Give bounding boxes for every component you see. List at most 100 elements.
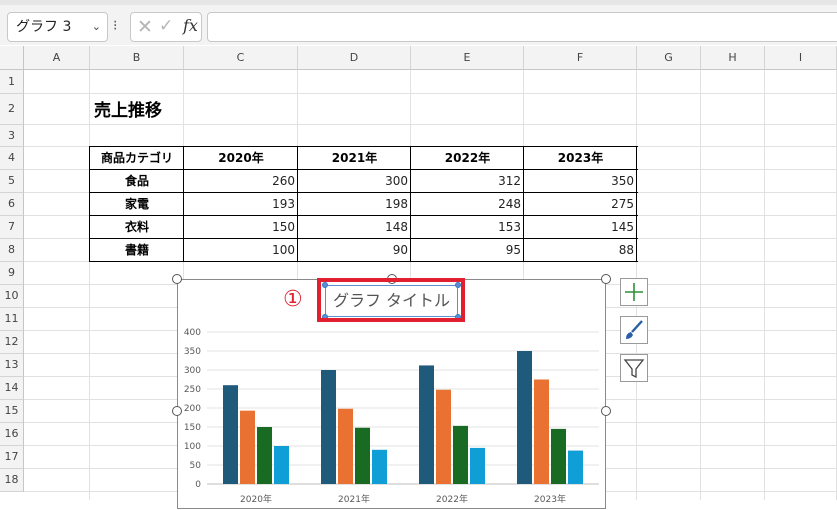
column-header-i[interactable]: I bbox=[765, 46, 837, 70]
column-header-g[interactable]: G bbox=[637, 46, 701, 70]
table-header-cell[interactable]: 2022年 bbox=[411, 147, 524, 170]
table-cell[interactable]: 350 bbox=[524, 170, 637, 193]
row-header-9[interactable]: 9 bbox=[0, 262, 24, 285]
table-cell[interactable]: 衣料 bbox=[90, 216, 184, 239]
table-header-cell[interactable]: 2023年 bbox=[524, 147, 637, 170]
chart-filters-button[interactable] bbox=[620, 354, 648, 382]
filter-icon bbox=[623, 359, 645, 379]
resize-handle-top-left[interactable] bbox=[172, 274, 182, 284]
table-cell[interactable]: 家電 bbox=[90, 193, 184, 216]
table-cell[interactable]: 275 bbox=[524, 193, 637, 216]
table-cell[interactable]: 153 bbox=[411, 216, 524, 239]
insert-function-icon[interactable]: fx bbox=[183, 16, 198, 35]
gridline-row bbox=[24, 93, 837, 94]
table-header-cell[interactable]: 商品カテゴリ bbox=[90, 147, 184, 170]
table-cell[interactable]: 193 bbox=[184, 193, 298, 216]
y-tick-label: 150 bbox=[184, 423, 201, 433]
bar-2021年-series-2[interactable] bbox=[338, 408, 353, 484]
bar-2020年-series-3[interactable] bbox=[257, 427, 272, 484]
row-header-18[interactable]: 18 bbox=[0, 469, 24, 492]
row-header-4[interactable]: 4 bbox=[0, 147, 24, 170]
table-cell[interactable]: 88 bbox=[524, 239, 637, 262]
row-header-2[interactable]: 2 bbox=[0, 94, 24, 125]
row-header-16[interactable]: 16 bbox=[0, 423, 24, 446]
table-cell[interactable]: 100 bbox=[184, 239, 298, 262]
formula-bar: グラフ 3 ⌄ ⁝ ✕ ✓ fx bbox=[0, 0, 837, 45]
bar-2022年-series-4[interactable] bbox=[470, 447, 485, 484]
bar-2023年-series-2[interactable] bbox=[534, 379, 549, 485]
table-border bbox=[90, 261, 638, 262]
chart-elements-button[interactable] bbox=[620, 278, 648, 306]
bar-2021年-series-4[interactable] bbox=[372, 449, 387, 484]
formula-input[interactable] bbox=[207, 12, 837, 42]
table-border bbox=[90, 238, 638, 239]
column-header-f[interactable]: F bbox=[524, 46, 637, 70]
column-header-a[interactable]: A bbox=[24, 46, 90, 70]
x-tick-label: 2020年 bbox=[240, 493, 272, 505]
row-header-13[interactable]: 13 bbox=[0, 354, 24, 377]
bar-2023年-series-4[interactable] bbox=[568, 450, 583, 484]
table-border bbox=[636, 146, 637, 262]
bar-2023年-series-3[interactable] bbox=[551, 428, 566, 484]
gridline-col bbox=[89, 70, 90, 500]
name-box[interactable]: グラフ 3 ⌄ bbox=[7, 12, 108, 42]
table-cell[interactable]: 95 bbox=[411, 239, 524, 262]
cancel-icon[interactable]: ✕ bbox=[137, 16, 153, 38]
table-header-cell[interactable]: 2021年 bbox=[298, 147, 411, 170]
column-header-e[interactable]: E bbox=[411, 46, 524, 70]
row-header-6[interactable]: 6 bbox=[0, 193, 24, 216]
brush-icon bbox=[626, 320, 643, 339]
table-header-cell[interactable]: 2020年 bbox=[184, 147, 298, 170]
more-options-icon[interactable]: ⁝ bbox=[113, 14, 117, 38]
row-header-5[interactable]: 5 bbox=[0, 170, 24, 193]
table-border bbox=[89, 146, 90, 262]
column-header-b[interactable]: B bbox=[90, 46, 184, 70]
row-header-14[interactable]: 14 bbox=[0, 377, 24, 400]
column-header-d[interactable]: D bbox=[298, 46, 411, 70]
table-cell[interactable]: 90 bbox=[298, 239, 411, 262]
table-cell[interactable]: 書籍 bbox=[90, 239, 184, 262]
bar-2022年-series-2[interactable] bbox=[436, 389, 451, 484]
table-cell[interactable]: 150 bbox=[184, 216, 298, 239]
row-header-11[interactable]: 11 bbox=[0, 308, 24, 331]
table-cell[interactable]: 145 bbox=[524, 216, 637, 239]
bar-2021年-series-3[interactable] bbox=[355, 427, 370, 484]
gridline-col bbox=[764, 70, 765, 500]
bar-2022年-series-3[interactable] bbox=[453, 425, 468, 484]
table-cell[interactable]: 260 bbox=[184, 170, 298, 193]
y-tick-label: 50 bbox=[190, 461, 202, 471]
table-cell[interactable]: 食品 bbox=[90, 170, 184, 193]
bar-2022年-series-1[interactable] bbox=[419, 365, 434, 484]
table-cell[interactable]: 300 bbox=[298, 170, 411, 193]
row-header-1[interactable]: 1 bbox=[0, 70, 24, 94]
row-header-7[interactable]: 7 bbox=[0, 216, 24, 239]
column-header-c[interactable]: C bbox=[184, 46, 298, 70]
bar-2020年-series-1[interactable] bbox=[223, 385, 238, 484]
bar-2021年-series-1[interactable] bbox=[321, 370, 336, 484]
chevron-down-icon[interactable]: ⌄ bbox=[92, 13, 101, 41]
resize-handle-left[interactable] bbox=[172, 406, 182, 416]
table-cell[interactable]: 312 bbox=[411, 170, 524, 193]
chart-styles-button[interactable] bbox=[620, 316, 648, 344]
bar-2020年-series-2[interactable] bbox=[240, 410, 255, 484]
table-cell[interactable]: 198 bbox=[298, 193, 411, 216]
row-header-10[interactable]: 10 bbox=[0, 285, 24, 308]
row-header-17[interactable]: 17 bbox=[0, 446, 24, 469]
column-header-h[interactable]: H bbox=[701, 46, 765, 70]
resize-handle-top-right[interactable] bbox=[601, 274, 611, 284]
table-cell[interactable]: 148 bbox=[298, 216, 411, 239]
y-tick-label: 0 bbox=[195, 480, 201, 490]
select-all-corner[interactable] bbox=[0, 46, 24, 70]
row-header-8[interactable]: 8 bbox=[0, 239, 24, 262]
row-header-15[interactable]: 15 bbox=[0, 400, 24, 423]
bar-2023年-series-1[interactable] bbox=[517, 351, 532, 484]
bar-2020年-series-4[interactable] bbox=[274, 446, 289, 484]
y-tick-label: 400 bbox=[184, 328, 201, 338]
row-header-12[interactable]: 12 bbox=[0, 331, 24, 354]
table-cell[interactable]: 248 bbox=[411, 193, 524, 216]
check-icon[interactable]: ✓ bbox=[159, 16, 173, 36]
table-border bbox=[297, 146, 298, 262]
resize-handle-right[interactable] bbox=[601, 406, 611, 416]
row-header-3[interactable]: 3 bbox=[0, 125, 24, 147]
y-tick-label: 250 bbox=[184, 385, 201, 395]
